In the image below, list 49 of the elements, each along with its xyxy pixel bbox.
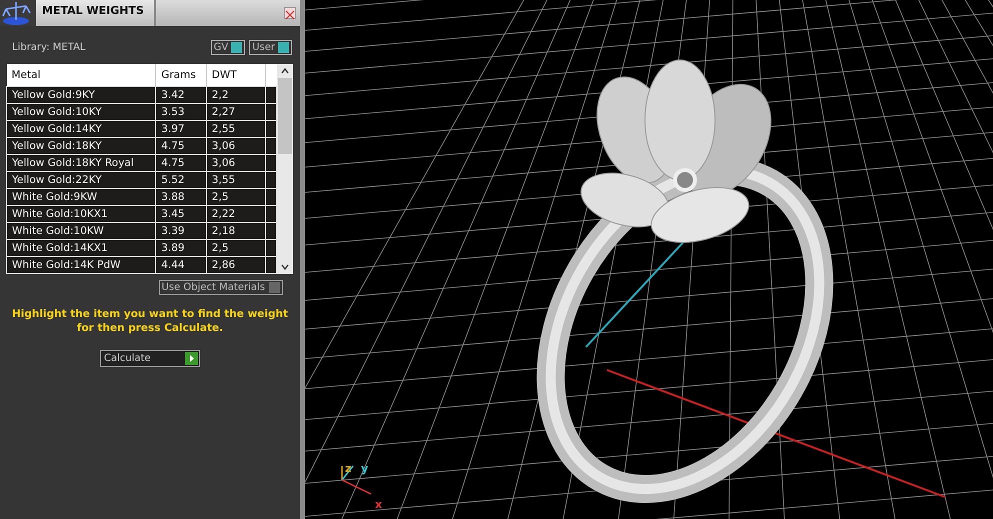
table-cell: Yellow Gold:14KY [6, 120, 156, 138]
toggle-button[interactable]: GV [210, 40, 246, 54]
table-cell: 2,18 [206, 222, 266, 240]
library-label: Library: METAL [12, 42, 86, 52]
table-cell: 2,5 [206, 188, 266, 206]
use-object-materials-toggle[interactable]: Use Object Materials [158, 280, 283, 295]
table-cell: White Gold:14KX1 [6, 240, 156, 256]
table-cell: 2,55 [206, 120, 266, 138]
table-cell: White Gold:14K PdW [6, 256, 156, 274]
table-cell: 3.39 [156, 222, 206, 240]
axis-label: z [345, 462, 352, 475]
table-cell: 2,2 [206, 86, 266, 104]
table-cell: White Gold:10KW [6, 222, 156, 240]
table-cell: 4.75 [156, 138, 206, 154]
table-cell: Yellow Gold:9KY [6, 86, 156, 104]
column-header[interactable]: Metal [6, 64, 156, 86]
calculate-button[interactable]: Calculate [100, 350, 200, 367]
table-cell: 2,27 [206, 104, 266, 120]
instruction-text: Highlight the item you want to find the weight for then press Calculate. [11, 307, 289, 335]
toggle-button[interactable]: User [249, 40, 292, 54]
table-cell: Yellow Gold:18KY [6, 138, 156, 154]
table-cell: 3,06 [206, 138, 266, 154]
table-cell: 2,22 [206, 206, 266, 222]
table-cell: 3,55 [206, 172, 266, 188]
table-cell: Yellow Gold:22KY [6, 172, 156, 188]
axis-gizmo-drawing [341, 466, 372, 495]
table-cell: Yellow Gold:10KY [6, 104, 156, 120]
close-button[interactable] [284, 7, 296, 19]
table-cell: 4.44 [156, 256, 206, 274]
table-cell: 3.97 [156, 120, 206, 138]
table-cell: White Gold:10KX1 [6, 206, 156, 222]
table-cell: 3.42 [156, 86, 206, 104]
table-cell: 3.89 [156, 240, 206, 256]
column-header[interactable]: DWT [206, 64, 266, 86]
panel-title[interactable]: METAL WEIGHTS [36, 0, 156, 26]
axis-label: x [375, 498, 382, 511]
table-cell: 3,06 [206, 154, 266, 172]
table-cell: 3.45 [156, 206, 206, 222]
column-header[interactable]: Grams [156, 64, 206, 86]
play-icon [185, 352, 198, 365]
table-cell: Yellow Gold:18KY Royal [6, 154, 156, 172]
table-cell: 4.75 [156, 154, 206, 172]
table-cell: 2,86 [206, 256, 266, 274]
table-cell: 3.53 [156, 104, 206, 120]
scrollbar[interactable] [277, 64, 293, 274]
table-cell: 3.88 [156, 188, 206, 206]
table-cell: 2,5 [206, 240, 266, 256]
table-cell: White Gold:9KW [6, 188, 156, 206]
table-cell: 5.52 [156, 172, 206, 188]
